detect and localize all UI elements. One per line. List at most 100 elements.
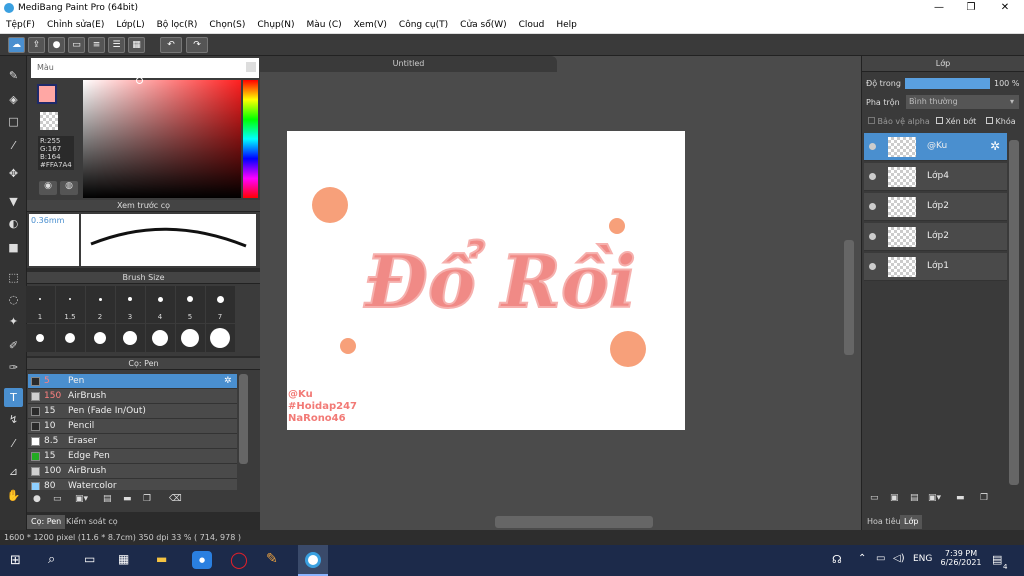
new-1bit-layer-icon[interactable]: ▤ bbox=[910, 493, 919, 503]
hue-slider[interactable] bbox=[243, 80, 258, 198]
add-brush-icon[interactable]: ● bbox=[33, 494, 41, 504]
menu-filter[interactable]: Bộ lọc(R) bbox=[151, 20, 204, 30]
layer-folder-icon[interactable]: ▬ bbox=[956, 493, 965, 503]
list-icon[interactable]: ☰ bbox=[108, 37, 125, 53]
trash-icon[interactable]: ⌫ bbox=[169, 494, 182, 504]
new-layer-icon[interactable]: ▭ bbox=[870, 493, 879, 503]
layer-row[interactable]: Lớp2 bbox=[864, 193, 1007, 221]
visibility-icon[interactable] bbox=[869, 233, 876, 240]
layer-scrollbar[interactable] bbox=[1009, 140, 1019, 485]
task-view-icon[interactable]: ▭ bbox=[84, 552, 95, 566]
comment-icon[interactable]: ▭ bbox=[68, 37, 85, 53]
brush-item[interactable]: 15 Pen (Fade In/Out) bbox=[28, 404, 237, 419]
lock-checkbox[interactable] bbox=[986, 117, 993, 124]
undo-icon[interactable]: ↶ bbox=[160, 37, 182, 53]
opacity-slider[interactable] bbox=[905, 78, 990, 89]
brush-list-scrollbar[interactable] bbox=[239, 374, 248, 464]
brush-item[interactable]: 100 AirBrush bbox=[28, 464, 237, 479]
duplicate-icon[interactable]: ❐ bbox=[143, 494, 151, 504]
blend-mode-select[interactable]: Bình thường ▾ bbox=[906, 95, 1019, 109]
dot-tool-icon[interactable]: ⁄ bbox=[4, 136, 23, 155]
protect-alpha-option[interactable]: Bảo vệ alpha bbox=[868, 117, 930, 126]
menu-file[interactable]: Tệp(F) bbox=[0, 20, 41, 30]
paint-app-icon[interactable]: ✎ bbox=[266, 551, 278, 567]
eraser-tool-icon[interactable]: ◈ bbox=[4, 90, 23, 109]
folder-icon[interactable]: ▬ bbox=[123, 494, 132, 504]
brush-item[interactable]: 8.5 Eraser bbox=[28, 434, 237, 449]
store-icon[interactable]: ▦ bbox=[118, 552, 129, 566]
brush-item[interactable]: 15 Edge Pen bbox=[28, 449, 237, 464]
maximize-button[interactable]: ❐ bbox=[954, 0, 988, 16]
menu-edit[interactable]: Chỉnh sửa(E) bbox=[41, 20, 110, 30]
brush-settings-icon[interactable]: ▤ bbox=[103, 494, 112, 504]
gear-icon[interactable]: ✲ bbox=[224, 374, 232, 389]
brush-menu-icon[interactable]: ▣▾ bbox=[75, 494, 88, 504]
clip-option[interactable]: Xén bớt bbox=[936, 117, 976, 126]
select-rect-icon[interactable]: ⬚ bbox=[4, 268, 23, 287]
tab-brush-control[interactable]: Kiểm soát cọ bbox=[62, 515, 122, 529]
new-halftone-layer-icon[interactable]: ▣ bbox=[890, 493, 899, 503]
clock[interactable]: 7:39 PM 6/26/2021 bbox=[940, 549, 982, 567]
windows-start-icon[interactable]: ⊞ bbox=[10, 553, 21, 568]
new-brush-icon[interactable]: ▭ bbox=[53, 494, 62, 504]
search-icon[interactable]: ⌕ bbox=[48, 552, 55, 567]
brush-tool-icon[interactable]: ✎ bbox=[4, 66, 23, 85]
lock-option[interactable]: Khóa bbox=[986, 117, 1016, 126]
layer-duplicate-icon[interactable]: ❐ bbox=[980, 493, 988, 503]
color-picker-icon[interactable]: ◍ bbox=[60, 181, 78, 195]
redo-icon[interactable]: ↷ bbox=[186, 37, 208, 53]
chevron-up-icon[interactable]: ⌃ bbox=[858, 553, 866, 564]
menu-select[interactable]: Chọn(S) bbox=[203, 20, 251, 30]
text-tool-icon[interactable]: T bbox=[4, 388, 23, 407]
document-tab[interactable]: Untitled bbox=[260, 56, 557, 72]
divide-tool-icon[interactable]: ⁄ bbox=[4, 434, 23, 453]
menu-tools[interactable]: Công cụ(T) bbox=[393, 20, 454, 30]
vertical-scrollbar[interactable] bbox=[844, 240, 854, 355]
saturation-value-picker[interactable] bbox=[83, 80, 241, 198]
notification-icon[interactable]: ▤ bbox=[992, 553, 1002, 566]
minimize-button[interactable]: — bbox=[922, 0, 956, 16]
zalo-icon[interactable]: ● bbox=[192, 551, 212, 569]
tab-brush[interactable]: Cọ: Pen bbox=[27, 515, 66, 529]
visibility-icon[interactable] bbox=[869, 203, 876, 210]
move-tool-icon[interactable]: ✥ bbox=[4, 164, 23, 183]
cloud-icon[interactable]: ☁ bbox=[8, 37, 25, 53]
lasso-tool-icon[interactable]: ◌ bbox=[4, 290, 23, 309]
visibility-icon[interactable] bbox=[869, 173, 876, 180]
layer-row[interactable]: Lớp1 bbox=[864, 253, 1007, 281]
bucket-tool-icon[interactable]: ◐ bbox=[4, 214, 23, 233]
document-icon[interactable]: ≡ bbox=[88, 37, 105, 53]
network-icon[interactable]: ▭ bbox=[876, 553, 885, 564]
menu-view[interactable]: Xem(V) bbox=[348, 20, 393, 30]
menu-layer[interactable]: Lớp(L) bbox=[110, 20, 150, 30]
language-indicator[interactable]: ENG bbox=[913, 554, 932, 564]
gear-icon[interactable]: ✲ bbox=[990, 139, 1000, 153]
visibility-icon[interactable] bbox=[869, 143, 876, 150]
rectangle-tool-icon[interactable]: □ bbox=[4, 112, 23, 131]
menu-cloud[interactable]: Cloud bbox=[513, 20, 551, 30]
panel-close-icon[interactable] bbox=[246, 62, 256, 72]
document-canvas[interactable]: Đổ Rồi @Ku #Hoidap247 NaRono46 bbox=[287, 131, 685, 430]
people-icon[interactable]: ☊ bbox=[832, 553, 842, 566]
menu-color[interactable]: Màu (C) bbox=[301, 20, 348, 30]
color-cursor[interactable] bbox=[136, 77, 143, 84]
primary-color-swatch[interactable] bbox=[37, 84, 57, 104]
layer-row[interactable]: Lớp4 bbox=[864, 163, 1007, 191]
transparent-swatch[interactable] bbox=[40, 112, 58, 130]
brush-item[interactable]: 5 Pen ✲ bbox=[28, 374, 237, 389]
eyedropper-icon[interactable]: ⊿ bbox=[4, 462, 23, 481]
add-layer-menu-icon[interactable]: ▣▾ bbox=[928, 493, 941, 503]
select-pen-icon[interactable]: ✐ bbox=[4, 336, 23, 355]
select-eraser-icon[interactable]: ✑ bbox=[4, 358, 23, 377]
tab-navigator[interactable]: Hoa tiêu bbox=[863, 515, 905, 529]
operation-tool-icon[interactable]: ↯ bbox=[4, 410, 23, 429]
grid-icon[interactable]: ▦ bbox=[128, 37, 145, 53]
chat-icon[interactable]: ● bbox=[48, 37, 65, 53]
menu-help[interactable]: Help bbox=[550, 20, 583, 30]
export-icon[interactable]: ⇪ bbox=[28, 37, 45, 53]
visibility-icon[interactable] bbox=[869, 263, 876, 270]
shape-tool-icon[interactable]: ■ bbox=[4, 238, 23, 257]
brush-item[interactable]: 10 Pencil bbox=[28, 419, 237, 434]
layer-row[interactable]: Lớp2 bbox=[864, 223, 1007, 251]
volume-icon[interactable]: ◁) bbox=[893, 553, 905, 564]
